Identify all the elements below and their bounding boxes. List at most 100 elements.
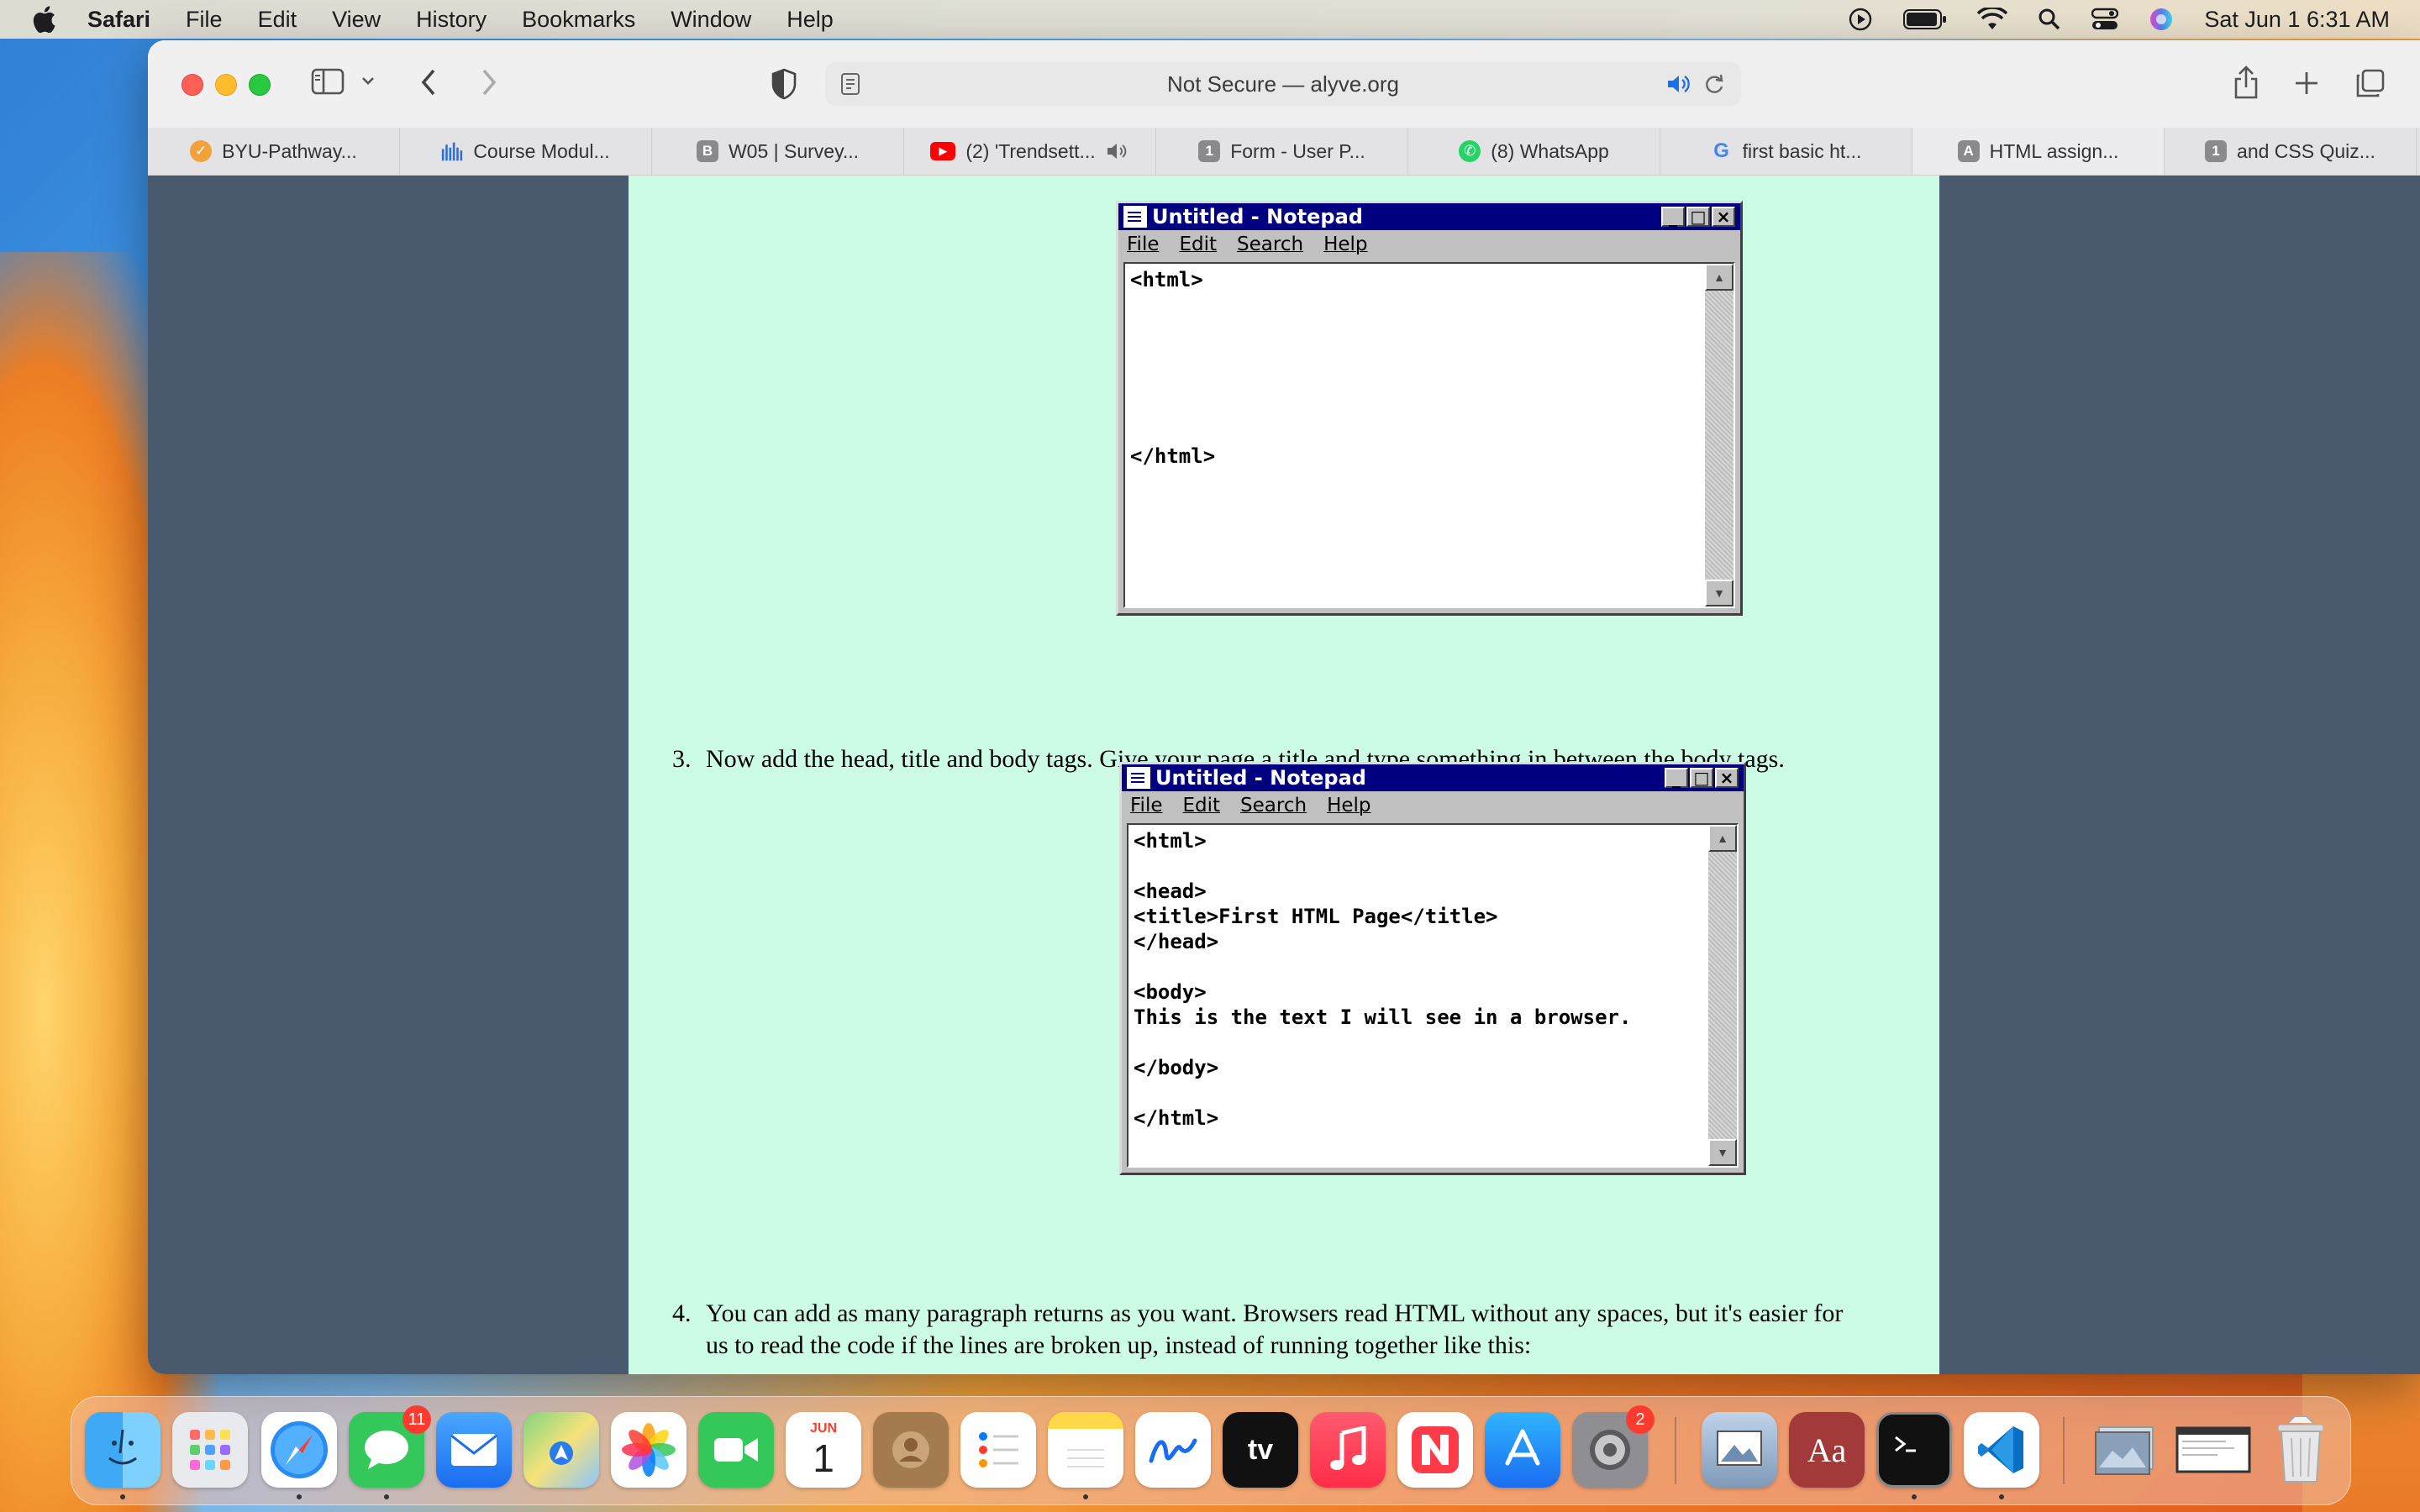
maps-icon[interactable] [523, 1412, 599, 1488]
safari-icon[interactable] [261, 1412, 337, 1488]
apple-tv-icon[interactable]: tv [1223, 1412, 1298, 1488]
tab-w05-survey[interactable]: B W05 | Survey... [652, 128, 904, 175]
contacts-icon[interactable] [873, 1412, 949, 1488]
photos-icon[interactable] [611, 1412, 687, 1488]
notepad-menu-help: Help [1327, 795, 1371, 816]
tab-youtube[interactable]: ▶ (2) 'Trendsett... [904, 128, 1156, 175]
notepad-menu: File Edit Search Help [1122, 791, 1744, 820]
menu-app-name[interactable]: Safari [87, 7, 168, 33]
mail-icon[interactable] [436, 1412, 512, 1488]
tab-overview-icon[interactable] [2354, 67, 2386, 99]
menu-history[interactable]: History [398, 7, 504, 33]
recent-window-icon[interactable] [2175, 1412, 2251, 1488]
new-tab-icon[interactable] [2292, 69, 2321, 97]
scroll-down-icon: ▼ [1705, 580, 1733, 606]
chevron-down-icon[interactable] [360, 72, 376, 89]
system-settings-icon[interactable]: 2 [1572, 1405, 1655, 1488]
calendar-icon[interactable]: JUN 1 [786, 1412, 861, 1488]
battery-icon[interactable] [1903, 8, 1947, 30]
audio-playing-icon[interactable] [1665, 72, 1691, 102]
pathway-icon: ✓ [190, 140, 213, 162]
menu-file[interactable]: File [168, 7, 240, 33]
terminal-icon[interactable] [1876, 1412, 1952, 1488]
minimize-icon: _ [1665, 768, 1688, 788]
scroll-up-icon: ▲ [1708, 825, 1737, 852]
dictionary-label: Aa [1807, 1431, 1847, 1469]
notepad-titlebar: Untitled - Notepad _ □ × [1118, 203, 1740, 230]
menu-help[interactable]: Help [769, 7, 851, 33]
scroll-up-icon: ▲ [1705, 264, 1733, 291]
tab-label: BYU-Pathway... [222, 139, 357, 162]
siri-icon[interactable] [2149, 7, 2174, 32]
notepad-menu-search: Search [1237, 234, 1304, 255]
forward-icon[interactable] [476, 66, 501, 99]
menu-bookmarks[interactable]: Bookmarks [504, 7, 653, 33]
app-store-icon[interactable] [1485, 1412, 1560, 1488]
privacy-shield-icon[interactable] [770, 67, 798, 101]
notepad-menu-edit: Edit [1179, 234, 1218, 255]
minimize-window-button[interactable] [215, 74, 237, 96]
notepad-text-area: <html> </html> ▲ ▼ [1123, 262, 1735, 608]
tab-css-quiz[interactable]: 1 and CSS Quiz... [2165, 128, 2417, 175]
notepad-menu-search: Search [1240, 795, 1307, 816]
vscode-icon[interactable] [1964, 1412, 2039, 1488]
tab-bar: ✓ BYU-Pathway... Course Modul... B W05 |… [148, 128, 2420, 176]
back-icon[interactable] [417, 66, 442, 99]
tab-form-user[interactable]: 1 Form - User P... [1156, 128, 1408, 175]
spotlight-search-icon[interactable] [2038, 8, 2061, 31]
tv-label: tv [1247, 1433, 1274, 1466]
tab-html-assignment[interactable]: A HTML assign... [1912, 128, 2165, 175]
page-reader-icon[interactable] [840, 72, 860, 102]
downloads-stack-icon[interactable] [2088, 1412, 2164, 1488]
tab-course-modules[interactable]: Course Modul... [400, 128, 652, 175]
running-indicator [1999, 1494, 2004, 1499]
whatsapp-icon: ✆ [1459, 140, 1481, 162]
running-indicator [1083, 1494, 1088, 1499]
notepad-titlebar: Untitled - Notepad _ □ × [1122, 764, 1744, 791]
reload-icon[interactable] [1702, 72, 1726, 102]
messages-icon[interactable]: 11 [349, 1405, 431, 1488]
trash-icon[interactable] [2263, 1412, 2338, 1488]
dock-separator [2063, 1417, 2065, 1484]
close-window-button[interactable] [182, 74, 203, 96]
calendar-day: 1 [813, 1436, 834, 1480]
audio-playing-icon[interactable] [1106, 141, 1129, 161]
maximize-window-button[interactable] [249, 74, 271, 96]
address-bar[interactable]: Not Secure — alyve.org [825, 62, 1741, 106]
tab-label: (2) 'Trendsett... [965, 139, 1096, 162]
facetime-icon[interactable] [698, 1412, 774, 1488]
menu-window[interactable]: Window [653, 7, 769, 33]
control-center-icon[interactable] [2091, 8, 2119, 31]
music-icon[interactable] [1310, 1412, 1386, 1488]
close-icon: × [1712, 207, 1735, 227]
finder-icon[interactable] [85, 1412, 160, 1488]
tab-label: Course Modul... [473, 139, 610, 162]
reminders-icon[interactable] [960, 1412, 1036, 1488]
notepad-code: <html> </html> [1130, 268, 1216, 468]
share-icon[interactable] [2232, 64, 2260, 101]
wifi-icon[interactable] [1977, 8, 2008, 31]
menu-bar: Safari File Edit View History Bookmarks … [0, 0, 2420, 39]
sidebar-toggle-icon[interactable] [311, 67, 345, 96]
running-indicator [297, 1494, 302, 1499]
tab-byu-pathway[interactable]: ✓ BYU-Pathway... [148, 128, 400, 175]
notepad-scrollbar: ▲ ▼ [1708, 825, 1737, 1166]
launchpad-icon[interactable] [172, 1412, 248, 1488]
minimize-icon: _ [1661, 207, 1685, 227]
news-icon[interactable] [1397, 1412, 1473, 1488]
preview-icon[interactable] [1702, 1412, 1777, 1488]
maximize-icon: □ [1690, 768, 1713, 788]
menu-clock[interactable]: Sat Jun 1 6:31 AM [2204, 7, 2390, 33]
menu-view[interactable]: View [314, 7, 398, 33]
apple-menu-icon[interactable] [0, 5, 87, 34]
tab-whatsapp[interactable]: ✆ (8) WhatsApp [1408, 128, 1660, 175]
a-icon: A [1957, 140, 1980, 162]
number-icon: 1 [1198, 140, 1221, 162]
play-status-icon[interactable] [1848, 7, 1873, 32]
tab-label: first basic ht... [1742, 139, 1862, 162]
freeform-icon[interactable] [1135, 1412, 1211, 1488]
tab-google-search[interactable]: G first basic ht... [1660, 128, 1912, 175]
menu-edit[interactable]: Edit [240, 7, 315, 33]
dictionary-icon[interactable]: Aa [1789, 1412, 1865, 1488]
notes-icon[interactable] [1048, 1412, 1123, 1488]
